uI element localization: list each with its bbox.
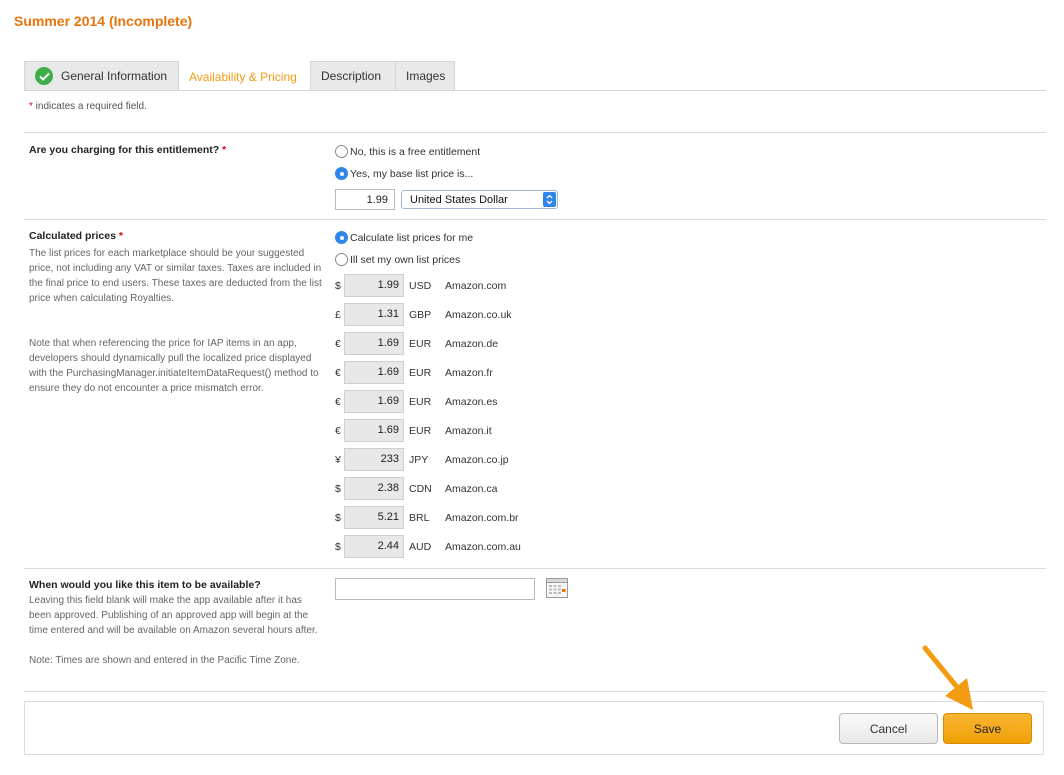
price-row: $ 2.38 CDN Amazon.ca bbox=[335, 477, 498, 500]
price-row: $ 5.21 BRL Amazon.com.br bbox=[335, 506, 519, 529]
tab-general-information[interactable]: General Information bbox=[24, 61, 179, 90]
tab-divider bbox=[24, 90, 1046, 91]
price-value: 5.21 bbox=[344, 506, 404, 529]
marketplace-name: Amazon.co.jp bbox=[445, 453, 509, 466]
radio-free-label: No, this is a free entitlement bbox=[350, 145, 481, 158]
divider bbox=[24, 568, 1046, 569]
marketplace-name: Amazon.ca bbox=[445, 482, 498, 495]
currency-symbol: $ bbox=[335, 511, 341, 524]
currency-symbol: £ bbox=[335, 308, 341, 321]
price-row: $ 2.44 AUD Amazon.com.au bbox=[335, 535, 521, 558]
currency-symbol: € bbox=[335, 424, 341, 437]
marketplace-name: Amazon.fr bbox=[445, 366, 493, 379]
currency-code: EUR bbox=[409, 395, 432, 408]
radio-calculate-label: Calculate list prices for me bbox=[350, 231, 474, 244]
availability-label: When would you like this item to be avai… bbox=[29, 579, 261, 591]
price-row: £ 1.31 GBP Amazon.co.uk bbox=[335, 303, 512, 326]
availability-description: Leaving this field blank will make the a… bbox=[29, 595, 318, 636]
marketplace-name: Amazon.it bbox=[445, 424, 492, 437]
divider bbox=[24, 219, 1046, 220]
radio-own[interactable] bbox=[335, 253, 348, 266]
price-row: € 1.69 EUR Amazon.fr bbox=[335, 361, 493, 384]
currency-symbol: $ bbox=[335, 279, 341, 292]
radio-calculate-option[interactable]: Calculate list prices for me bbox=[335, 231, 473, 244]
check-circle-icon bbox=[35, 67, 53, 85]
radio-free[interactable] bbox=[335, 145, 348, 158]
price-row: ¥ 233 JPY Amazon.co.jp bbox=[335, 448, 509, 471]
marketplace-name: Amazon.es bbox=[445, 395, 498, 408]
price-value: 1.69 bbox=[344, 419, 404, 442]
price-value: 2.38 bbox=[344, 477, 404, 500]
currency-code: BRL bbox=[409, 511, 430, 524]
price-value: 1.99 bbox=[344, 274, 404, 297]
availability-date-input[interactable] bbox=[335, 578, 535, 600]
divider bbox=[24, 691, 1046, 692]
charging-label: Are you charging for this entitlement? * bbox=[29, 144, 227, 156]
price-value: 1.69 bbox=[344, 332, 404, 355]
currency-code: EUR bbox=[409, 366, 432, 379]
price-value: 1.69 bbox=[344, 390, 404, 413]
tab-bar: General Information Availability & Prici… bbox=[24, 61, 455, 91]
currency-code: CDN bbox=[409, 482, 432, 495]
price-row: $ 1.99 USD Amazon.com bbox=[335, 274, 506, 297]
currency-select[interactable]: United States Dollar bbox=[401, 190, 558, 209]
currency-symbol: $ bbox=[335, 482, 341, 495]
price-value: 1.69 bbox=[344, 361, 404, 384]
radio-own-label: Ill set my own list prices bbox=[350, 253, 461, 266]
marketplace-name: Amazon.com.br bbox=[445, 511, 519, 524]
annotation-arrow-icon bbox=[922, 645, 973, 710]
currency-code: USD bbox=[409, 279, 432, 292]
radio-free-option[interactable]: No, this is a free entitlement bbox=[335, 145, 480, 158]
currency-symbol: € bbox=[335, 337, 341, 350]
tab-images[interactable]: Images bbox=[395, 61, 455, 90]
tab-label: Availability & Pricing bbox=[189, 69, 297, 84]
currency-code: AUD bbox=[409, 540, 432, 553]
price-value: 2.44 bbox=[344, 535, 404, 558]
marketplace-name: Amazon.com.au bbox=[445, 540, 521, 553]
price-value: 1.31 bbox=[344, 303, 404, 326]
marketplace-name: Amazon.com bbox=[445, 279, 507, 292]
tab-label: Description bbox=[321, 69, 382, 83]
currency-symbol: $ bbox=[335, 540, 341, 553]
radio-paid[interactable] bbox=[335, 167, 348, 180]
price-row: € 1.69 EUR Amazon.it bbox=[335, 419, 492, 442]
tab-label: General Information bbox=[61, 69, 168, 83]
radio-paid-label: Yes, my base list price is... bbox=[350, 167, 474, 180]
currency-code: EUR bbox=[409, 337, 432, 350]
required-field-note: * indicates a required field. bbox=[29, 101, 147, 112]
radio-paid-option[interactable]: Yes, my base list price is... bbox=[335, 167, 473, 180]
calculated-prices-note: Note that when referencing the price for… bbox=[29, 338, 319, 394]
base-price-input[interactable] bbox=[335, 189, 395, 210]
tab-description[interactable]: Description bbox=[310, 61, 396, 90]
currency-symbol: € bbox=[335, 395, 341, 408]
currency-code: EUR bbox=[409, 424, 432, 437]
marketplace-name: Amazon.co.uk bbox=[445, 308, 512, 321]
price-row: € 1.69 EUR Amazon.es bbox=[335, 390, 498, 413]
tab-label: Images bbox=[406, 69, 446, 83]
radio-calculate[interactable] bbox=[335, 231, 348, 244]
currency-symbol: ¥ bbox=[335, 453, 341, 466]
availability-timezone-note: Note: Times are shown and entered in the… bbox=[29, 655, 300, 666]
price-value: 233 bbox=[344, 448, 404, 471]
page-title: Summer 2014 (Incomplete) bbox=[14, 13, 193, 29]
calculated-prices-label: Calculated prices * bbox=[29, 230, 123, 242]
divider bbox=[24, 132, 1046, 133]
tab-availability-pricing[interactable]: Availability & Pricing bbox=[178, 61, 311, 91]
price-row: € 1.69 EUR Amazon.de bbox=[335, 332, 498, 355]
calendar-icon[interactable] bbox=[545, 577, 569, 599]
currency-code: GBP bbox=[409, 308, 432, 321]
radio-own-option[interactable]: Ill set my own list prices bbox=[335, 253, 460, 266]
select-arrows-icon bbox=[543, 192, 556, 207]
currency-symbol: € bbox=[335, 366, 341, 379]
currency-select-value: United States Dollar bbox=[410, 193, 508, 206]
currency-code: JPY bbox=[409, 453, 429, 466]
marketplace-name: Amazon.de bbox=[445, 337, 499, 350]
calculated-prices-description: The list prices for each marketplace sho… bbox=[29, 248, 322, 304]
